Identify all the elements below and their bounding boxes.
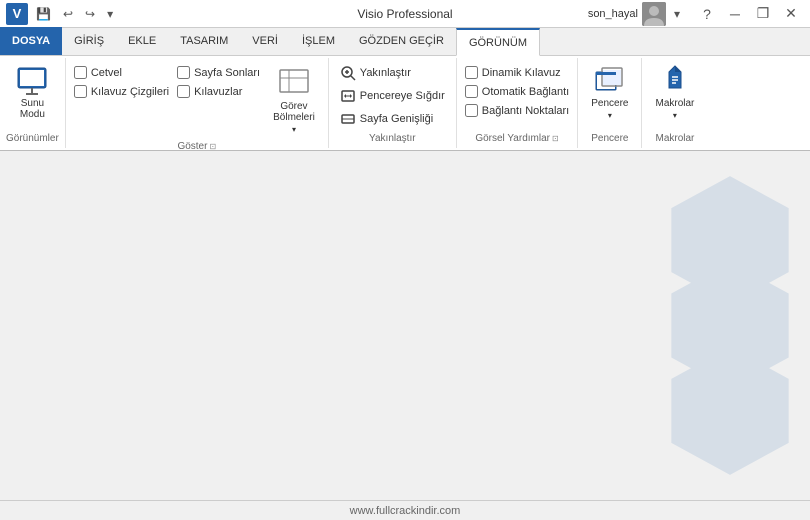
title-bar: V 💾 ↩ ↪ ▾ Visio Professional son_hayal ▾… <box>0 0 810 28</box>
ribbon-group-yakinlastir: Yakınlaştır Pencereye Sığdır <box>329 58 457 148</box>
user-area[interactable]: son_hayal ▾ <box>588 2 684 26</box>
ribbon: SunuModu Görünümler Cetvel Kılavuz Çizgi… <box>0 56 810 151</box>
kilavuzlar-checkbox[interactable]: Kılavuzlar <box>175 83 262 100</box>
pencere-label: Pencere <box>591 98 628 109</box>
tab-ekle[interactable]: EKLE <box>116 27 168 55</box>
pencere-group-label: Pencere <box>584 131 635 146</box>
gorsel-yardimlar-label: Görsel Yardımlar ⊡ <box>463 131 571 146</box>
dinamik-kilavuz-checkbox[interactable]: Dinamik Kılavuz <box>463 64 571 81</box>
yakinlastir-icon <box>340 65 356 81</box>
pencereye-sigdir-label: Pencereye Sığdır <box>360 90 445 102</box>
kilavuzlar-input[interactable] <box>177 85 190 98</box>
yakinlastir-label: Yakınlaştır <box>335 131 450 146</box>
sunu-modu-label: SunuModu <box>20 98 45 120</box>
otomatik-baglanti-input[interactable] <box>465 85 478 98</box>
goster-col2: Sayfa Sonları Kılavuzlar <box>175 60 262 100</box>
tab-dosya[interactable]: DOSYA <box>0 27 62 55</box>
pencereye-sigdir-button[interactable]: Pencereye Sığdır <box>335 85 450 107</box>
dinamik-kilavuz-input[interactable] <box>465 66 478 79</box>
otomatik-baglanti-label: Otomatik Bağlantı <box>482 86 569 98</box>
goster-content: Cetvel Kılavuz Çizgileri Sayfa Sonları K… <box>72 60 322 139</box>
pencere-icon <box>594 64 626 96</box>
gorsel-yardimlar-content: Dinamik Kılavuz Otomatik Bağlantı Bağlan… <box>463 60 571 131</box>
gorunumler-label: Görünümler <box>6 131 59 146</box>
qat-save[interactable]: 💾 <box>32 5 55 23</box>
sayfa-genisligi-icon <box>340 111 356 127</box>
qat-undo[interactable]: ↩ <box>59 5 77 23</box>
gorsel-expand-icon[interactable]: ⊡ <box>552 134 559 143</box>
goster-col1: Cetvel Kılavuz Çizgileri <box>72 60 171 100</box>
otomatik-baglanti-checkbox[interactable]: Otomatik Bağlantı <box>463 83 571 100</box>
makrolar-content: Makrolar ▾ <box>648 60 701 131</box>
gorev-bolumleri-button[interactable]: GörevBölmeleri ▾ <box>266 62 322 139</box>
ribbon-group-pencere: Pencere ▾ Pencere <box>578 58 642 148</box>
yakinlastir-content: Yakınlaştır Pencereye Sığdır <box>335 60 450 131</box>
cetvel-label: Cetvel <box>91 67 122 79</box>
status-bar: www.fullcrackindir.com <box>0 500 810 520</box>
goster-expand-icon[interactable]: ⊡ <box>209 142 216 151</box>
yakinlastir-button[interactable]: Yakınlaştır <box>335 62 450 84</box>
ribbon-group-goster: Cetvel Kılavuz Çizgileri Sayfa Sonları K… <box>66 58 329 148</box>
gorev-bolumleri-icon <box>278 67 310 99</box>
title-bar-left: V 💾 ↩ ↪ ▾ <box>6 3 117 25</box>
makrolar-icon <box>659 64 691 96</box>
dinamik-kilavuz-label: Dinamik Kılavuz <box>482 67 561 79</box>
user-avatar <box>642 2 666 26</box>
gorev-bolumleri-arrow: ▾ <box>292 125 296 134</box>
kilavuz-cizgileri-checkbox[interactable]: Kılavuz Çizgileri <box>72 83 171 100</box>
sunu-modu-icon <box>16 64 48 96</box>
visio-logo: V <box>6 3 28 25</box>
sayfa-genisligi-label: Sayfa Genişliği <box>360 113 433 125</box>
title-bar-title: Visio Professional <box>357 7 452 21</box>
cetvel-checkbox[interactable]: Cetvel <box>72 64 171 81</box>
pencere-button[interactable]: Pencere ▾ <box>584 60 635 124</box>
yakinlastir-label: Yakınlaştır <box>360 67 411 79</box>
close-button[interactable]: ✕ <box>778 4 804 24</box>
status-url: www.fullcrackindir.com <box>350 505 461 517</box>
tab-giris[interactable]: GİRİŞ <box>62 27 116 55</box>
tab-tasarim[interactable]: TASARIM <box>168 27 240 55</box>
help-button[interactable]: ? <box>694 4 720 24</box>
user-dropdown[interactable]: ▾ <box>670 5 684 23</box>
tab-gozden[interactable]: GÖZDEN GEÇİR <box>347 27 456 55</box>
tab-islem[interactable]: İŞLEM <box>290 27 347 55</box>
kilavuz-cizgileri-input[interactable] <box>74 85 87 98</box>
tab-veri[interactable]: VERİ <box>240 27 290 55</box>
pencere-content: Pencere ▾ <box>584 60 635 131</box>
ribbon-tabs-bar: DOSYA GİRİŞ EKLE TASARIM VERİ İŞLEM GÖZD… <box>0 28 810 56</box>
qat-redo[interactable]: ↪ <box>81 5 99 23</box>
gorev-bolumleri-label: GörevBölmeleri <box>273 101 315 123</box>
gorunumler-content: SunuModu <box>7 60 57 131</box>
pencereye-sigdir-icon <box>340 88 356 104</box>
sayfa-sonlari-input[interactable] <box>177 66 190 79</box>
gorsel-yardimlar-col: Dinamik Kılavuz Otomatik Bağlantı Bağlan… <box>463 60 571 119</box>
restore-button[interactable]: ❐ <box>750 4 776 24</box>
sunu-modu-button[interactable]: SunuModu <box>7 60 57 124</box>
sayfa-sonlari-checkbox[interactable]: Sayfa Sonları <box>175 64 262 81</box>
ribbon-group-gorunumler: SunuModu Görünümler <box>0 58 66 148</box>
sayfa-genisligi-button[interactable]: Sayfa Genişliği <box>335 108 450 130</box>
pencere-dropdown-arrow: ▾ <box>608 111 612 120</box>
main-canvas <box>0 151 810 500</box>
kilavuz-cizgileri-label: Kılavuz Çizgileri <box>91 86 169 98</box>
minimize-button[interactable]: ─ <box>722 4 748 24</box>
tab-gorunum[interactable]: GÖRÜNÜM <box>456 28 540 56</box>
sayfa-sonlari-label: Sayfa Sonları <box>194 67 260 79</box>
qat-dropdown[interactable]: ▾ <box>103 5 117 23</box>
ribbon-group-makrolar: Makrolar ▾ Makrolar <box>642 58 707 148</box>
ribbon-group-gorsel-yardimlar: Dinamik Kılavuz Otomatik Bağlantı Bağlan… <box>457 58 578 148</box>
baglanti-noktalari-label: Bağlantı Noktaları <box>482 105 569 117</box>
makrolar-group-label: Makrolar <box>648 131 701 146</box>
baglanti-noktalari-input[interactable] <box>465 104 478 117</box>
user-name: son_hayal <box>588 8 638 20</box>
makrolar-button[interactable]: Makrolar ▾ <box>648 60 701 124</box>
kilavuzlar-label: Kılavuzlar <box>194 86 242 98</box>
title-bar-right: son_hayal ▾ ? ─ ❐ ✕ <box>588 2 804 26</box>
makrolar-label: Makrolar <box>655 98 694 109</box>
yakinlastir-col: Yakınlaştır Pencereye Sığdır <box>335 60 450 130</box>
gorev-bolumleri-container: GörevBölmeleri ▾ <box>266 62 322 139</box>
makrolar-dropdown-arrow: ▾ <box>673 111 677 120</box>
cetvel-input[interactable] <box>74 66 87 79</box>
baglanti-noktalari-checkbox[interactable]: Bağlantı Noktaları <box>463 102 571 119</box>
